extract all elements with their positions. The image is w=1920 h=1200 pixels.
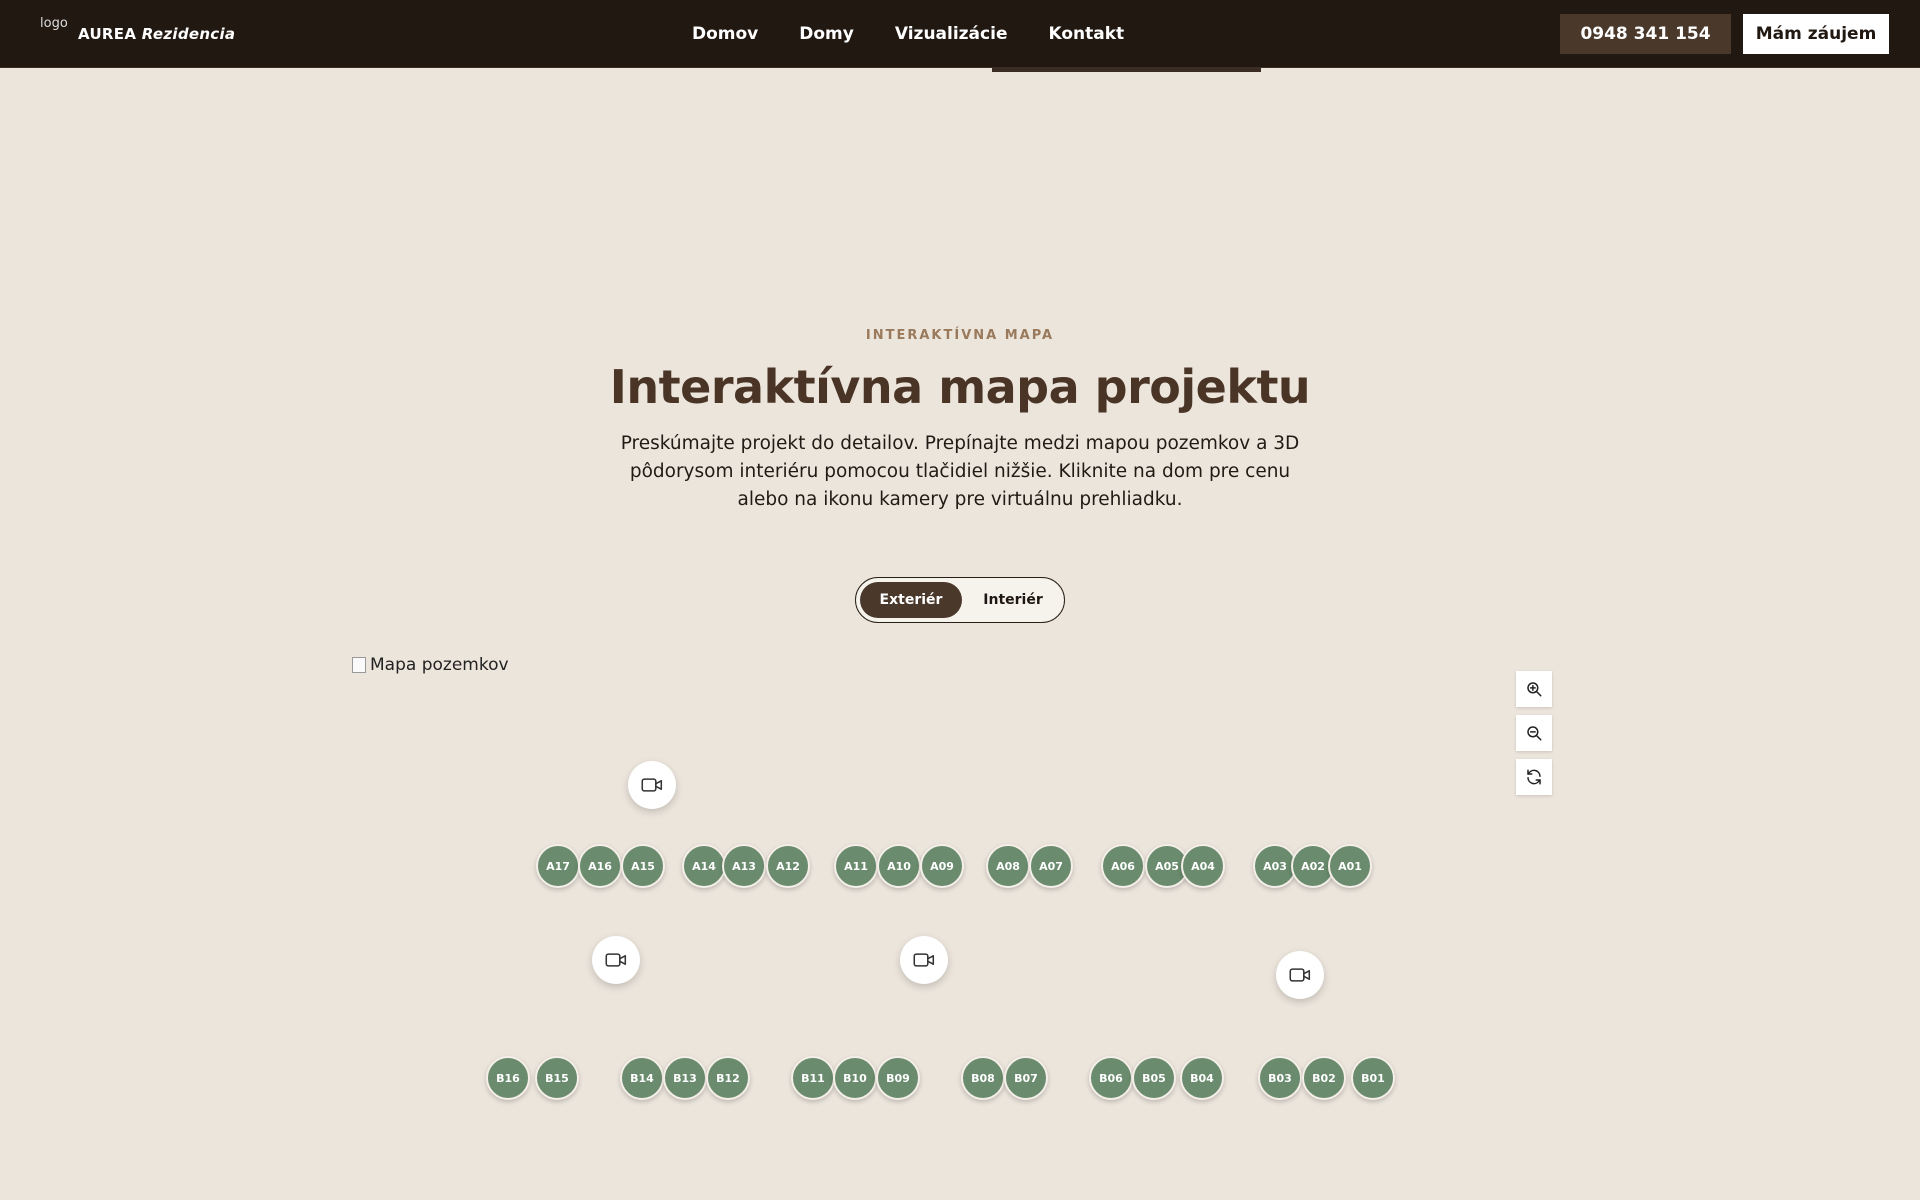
main-nav: Domov Domy Vizualizácie Kontakt [692, 0, 1165, 68]
house-a07[interactable]: A07 [1029, 844, 1073, 888]
virtual-tour-button[interactable] [900, 936, 948, 984]
house-a16[interactable]: A16 [578, 844, 622, 888]
house-b09[interactable]: B09 [876, 1056, 920, 1100]
plot-map[interactable]: Mapa pozemkov A17 A16 A15 A14 A13 A12 A1… [352, 655, 1552, 1200]
nav-link-kontakt[interactable]: Kontakt [1048, 24, 1124, 44]
house-b08[interactable]: B08 [961, 1056, 1005, 1100]
house-a15[interactable]: A15 [621, 844, 665, 888]
nav-active-indicator [992, 68, 1261, 72]
brand-name-tagline: Rezidencia [141, 25, 236, 43]
house-b01[interactable]: B01 [1351, 1056, 1395, 1100]
house-b13[interactable]: B13 [663, 1056, 707, 1100]
phone-button[interactable]: 0948 341 154 [1560, 14, 1731, 54]
house-b07[interactable]: B07 [1004, 1056, 1048, 1100]
map-image-alt: Mapa pozemkov [370, 655, 509, 675]
logo-image: logo [40, 17, 70, 51]
house-a06[interactable]: A06 [1101, 844, 1145, 888]
video-camera-icon [605, 953, 627, 967]
house-b05[interactable]: B05 [1132, 1056, 1176, 1100]
zoom-out-icon [1527, 726, 1542, 741]
brand-name-main: AUREA [78, 25, 137, 43]
house-a09[interactable]: A09 [920, 844, 964, 888]
map-image: Mapa pozemkov [352, 655, 509, 675]
nav-link-domy[interactable]: Domy [799, 24, 854, 44]
house-b03[interactable]: B03 [1258, 1056, 1302, 1100]
brand[interactable]: logo AUREA Rezidencia [40, 16, 235, 52]
view-toggle: Exteriér Interiér [855, 577, 1065, 623]
house-a01[interactable]: A01 [1328, 844, 1372, 888]
logo-alt-text: logo [40, 17, 68, 31]
video-camera-icon [641, 778, 663, 792]
house-b15[interactable]: B15 [535, 1056, 579, 1100]
virtual-tour-button[interactable] [628, 761, 676, 809]
house-a04[interactable]: A04 [1181, 844, 1225, 888]
zoom-out-button[interactable] [1516, 715, 1552, 751]
section-eyebrow: INTERAKTÍVNA MAPA [865, 328, 1055, 343]
virtual-tour-button[interactable] [1276, 951, 1324, 999]
brand-name: AUREA Rezidencia [78, 25, 235, 43]
house-a10[interactable]: A10 [877, 844, 921, 888]
virtual-tour-button[interactable] [592, 936, 640, 984]
site-header: logo AUREA Rezidencia Domov Domy Vizuali… [0, 0, 1920, 68]
house-b04[interactable]: B04 [1180, 1056, 1224, 1100]
section-description: Preskúmajte projekt do detailov. Prepína… [620, 433, 1300, 510]
house-a17[interactable]: A17 [536, 844, 580, 888]
house-b14[interactable]: B14 [620, 1056, 664, 1100]
video-camera-icon [913, 953, 935, 967]
house-b02[interactable]: B02 [1302, 1056, 1346, 1100]
toggle-interior[interactable]: Interiér [966, 582, 1060, 618]
house-b16[interactable]: B16 [486, 1056, 530, 1100]
house-b11[interactable]: B11 [791, 1056, 835, 1100]
nav-link-vizualizacie[interactable]: Vizualizácie [895, 24, 1008, 44]
house-a11[interactable]: A11 [834, 844, 878, 888]
house-b10[interactable]: B10 [833, 1056, 877, 1100]
video-camera-icon [1289, 968, 1311, 982]
house-a08[interactable]: A08 [986, 844, 1030, 888]
house-a13[interactable]: A13 [722, 844, 766, 888]
house-a14[interactable]: A14 [682, 844, 726, 888]
house-b12[interactable]: B12 [706, 1056, 750, 1100]
reset-icon [1527, 769, 1541, 785]
nav-link-domov[interactable]: Domov [692, 24, 758, 44]
section-title: Interaktívna mapa projektu [609, 360, 1311, 414]
zoom-in-icon [1527, 682, 1542, 697]
house-a12[interactable]: A12 [766, 844, 810, 888]
reset-view-button[interactable] [1516, 759, 1552, 795]
zoom-in-button[interactable] [1516, 671, 1552, 707]
broken-image-icon [352, 657, 366, 673]
interest-button[interactable]: Mám záujem [1743, 14, 1889, 54]
toggle-exterior[interactable]: Exteriér [860, 582, 962, 618]
house-b06[interactable]: B06 [1089, 1056, 1133, 1100]
